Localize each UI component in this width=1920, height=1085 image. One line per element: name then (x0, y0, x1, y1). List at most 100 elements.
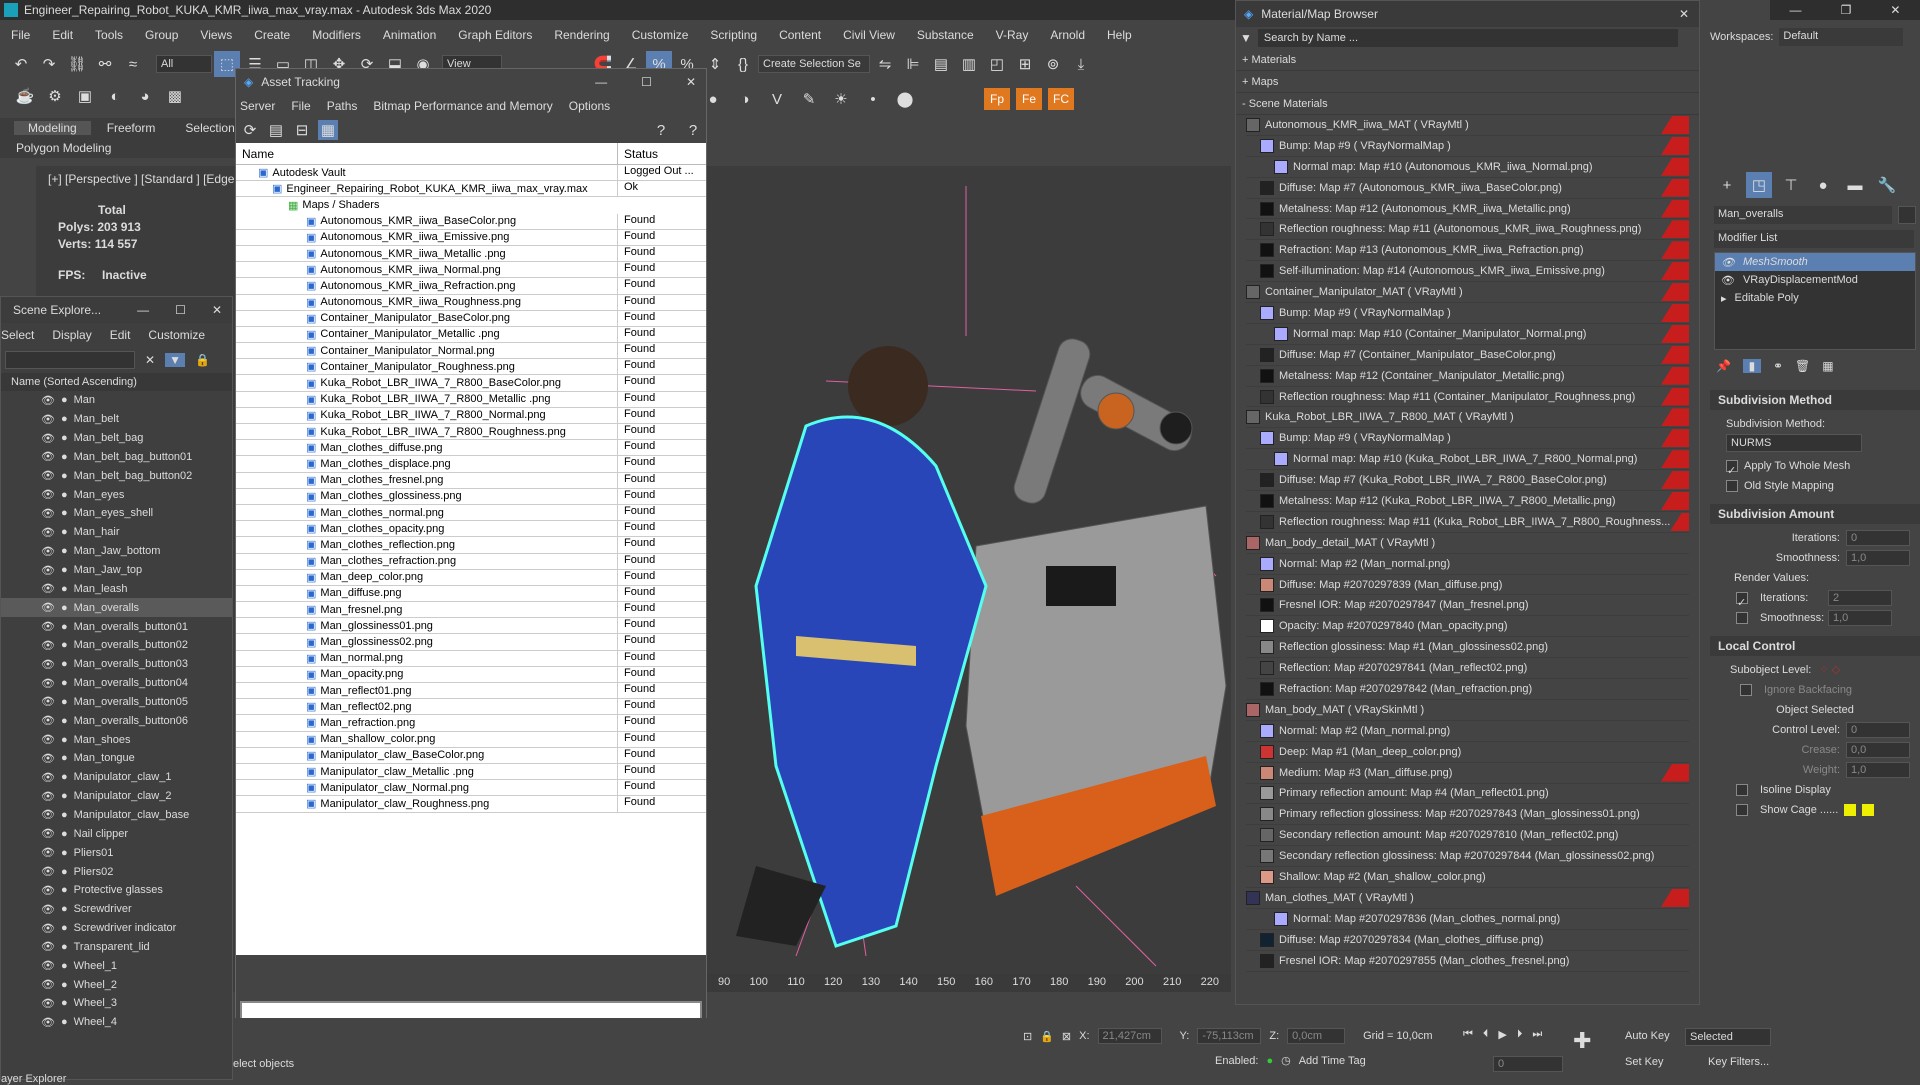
table-row[interactable]: ▣ Man_clothes_refraction.png Found (236, 553, 706, 570)
modifier-list-dropdown[interactable]: Modifier List (1714, 230, 1914, 248)
table-row[interactable]: ▣ Man_reflect01.png Found (236, 683, 706, 700)
workspace-dropdown[interactable]: Default (1779, 28, 1904, 46)
key-mode-icon[interactable]: ✚ (1573, 1028, 1591, 1054)
selection-filter-dropdown[interactable]: All (156, 55, 212, 73)
table-row[interactable]: ▣ Autonomous_KMR_iiwa_Refraction.png Found (236, 278, 706, 295)
table-row[interactable]: ▣ Man_fresnel.png Found (236, 602, 706, 619)
at-menu-1[interactable]: File (291, 99, 310, 113)
material-row[interactable]: Shallow: Map #2 (Man_shallow_color.png) (1246, 867, 1689, 888)
material-group-header[interactable]: - Scene Materials (1236, 93, 1699, 115)
eye-icon[interactable]: 👁 (1721, 274, 1735, 287)
list-item[interactable]: 👁 ● Wheel_4 (1, 1013, 232, 1031)
prev-frame-icon[interactable]: ⏴ (1483, 1028, 1489, 1041)
browser-options-icon[interactable]: ▼ (1240, 31, 1252, 45)
material-row[interactable]: Reflection roughness: Map #11 (Kuka_Robo… (1246, 512, 1689, 533)
render-toggle-icon[interactable]: ● (61, 752, 68, 764)
list-item[interactable]: 👁 ● Man_Jaw_bottom (1, 542, 232, 561)
render-toggle-icon[interactable]: ● (61, 960, 68, 972)
visibility-eye-icon[interactable]: 👁 (41, 507, 55, 520)
refresh-icon[interactable]: ⟳ (240, 120, 260, 140)
subdiv-amount-head[interactable]: Subdivision Amount (1718, 507, 1834, 521)
material-row[interactable]: Man_clothes_MAT ( VRayMtl ) (1246, 888, 1689, 909)
render-toggle-icon[interactable]: ● (61, 413, 68, 425)
material-row[interactable]: Normal: Map #2 (Man_normal.png) (1246, 721, 1689, 742)
se-menu-edit[interactable]: Edit (110, 328, 131, 342)
material-row[interactable]: Diffuse: Map #2070297834 (Man_clothes_di… (1246, 930, 1689, 951)
visibility-eye-icon[interactable]: 👁 (41, 884, 55, 897)
render-toggle-icon[interactable]: ● (61, 451, 68, 463)
close-icon[interactable]: ✕ (1679, 7, 1689, 21)
visibility-eye-icon[interactable]: 👁 (41, 752, 55, 765)
table-row[interactable]: ▣ Kuka_Robot_LBR_IIWA_7_R800_BaseColor.pn… (236, 375, 706, 392)
table-row[interactable]: ▣ Autonomous_KMR_iiwa_Roughness.png Found (236, 294, 706, 311)
y-coordinate[interactable]: -75,113cm (1197, 1028, 1262, 1044)
vray-icon[interactable]: V (764, 86, 790, 112)
material-row[interactable]: Autonomous_KMR_iiwa_MAT ( VRayMtl ) (1246, 115, 1689, 136)
table-row[interactable]: ▣ Autonomous_KMR_iiwa_Normal.png Found (236, 262, 706, 279)
list-item[interactable]: 👁 ● Man_belt_bag (1, 429, 232, 448)
render-icon[interactable]: ◕ (132, 83, 158, 109)
unlink-icon[interactable]: ⚯ (92, 51, 118, 77)
render-toggle-icon[interactable]: ● (61, 790, 68, 802)
modifier-stack-item[interactable]: 👁 VRayDisplacementMod (1715, 271, 1915, 289)
material-row[interactable]: Reflection roughness: Map #11 (Autonomou… (1246, 219, 1689, 241)
table-row[interactable]: ▣ Man_clothes_opacity.png Found (236, 521, 706, 538)
visibility-eye-icon[interactable]: 👁 (41, 922, 55, 935)
render-toggle-icon[interactable]: ● (61, 526, 68, 538)
local-control-head[interactable]: Local Control (1718, 639, 1795, 653)
at-menu-4[interactable]: Options (569, 99, 610, 113)
render-toggle-icon[interactable]: ● (61, 621, 68, 633)
render-toggle-icon[interactable]: ● (61, 432, 68, 444)
list-view-icon[interactable]: ▤ (266, 120, 286, 140)
material-row[interactable]: Fresnel IOR: Map #2070297847 (Man_fresne… (1246, 595, 1689, 617)
ignore-backfacing-checkbox[interactable] (1740, 684, 1752, 696)
material-row[interactable]: Bump: Map #9 ( VRayNormalMap ) (1246, 303, 1689, 324)
make-unique-icon[interactable]: ⚭ (1773, 359, 1783, 373)
list-item[interactable]: 👁 ● Man_overalls_button06 (1, 711, 232, 730)
se-menu-select[interactable]: Select (1, 328, 34, 342)
render-toggle-icon[interactable]: ● (61, 941, 68, 953)
modify-tab-icon[interactable]: ◳ (1746, 172, 1772, 198)
material-row[interactable]: Opacity: Map #2070297840 (Man_opacity.pn… (1246, 616, 1689, 638)
render-toggle-icon[interactable]: ● (61, 903, 68, 915)
minimize-icon[interactable]: — (137, 303, 149, 317)
table-row[interactable]: ▣ Manipulator_claw_Metallic .png Found (236, 763, 706, 781)
menu-content[interactable]: Content (768, 24, 832, 46)
maximize-icon[interactable]: ☐ (175, 303, 186, 317)
visibility-eye-icon[interactable]: 👁 (41, 413, 55, 426)
column-status-header[interactable]: Status (618, 143, 658, 164)
render-toggle-icon[interactable]: ● (61, 1016, 68, 1028)
visibility-eye-icon[interactable]: 👁 (41, 677, 55, 690)
menu-v-ray[interactable]: V-Ray (985, 24, 1040, 46)
teapot-icon[interactable]: ☕ (12, 83, 38, 109)
fp-icon[interactable]: Fp (984, 88, 1010, 110)
menu-rendering[interactable]: Rendering (543, 24, 620, 46)
scene-explorer-footer[interactable]: ayer Explorer (1, 1073, 66, 1085)
material-row[interactable]: Normal map: Map #10 (Container_Manipulat… (1246, 324, 1689, 345)
ribbon-tab-modeling[interactable]: Modeling (14, 121, 91, 135)
table-row[interactable]: ▣ Manipulator_claw_Normal.png Found (236, 780, 706, 797)
material-row[interactable]: Refraction: Map #13 (Autonomous_KMR_iiwa… (1246, 240, 1689, 262)
material-row[interactable]: Medium: Map #3 (Man_diffuse.png) (1246, 763, 1689, 784)
visibility-eye-icon[interactable]: 👁 (41, 450, 55, 463)
material-row[interactable]: Self-illumination: Map #14 (Autonomous_K… (1246, 261, 1689, 283)
list-item[interactable]: 👁 ● Protective glasses (1, 881, 232, 900)
menu-animation[interactable]: Animation (372, 24, 447, 46)
object-name-field[interactable]: Man_overalls (1714, 206, 1892, 224)
render-toggle-icon[interactable]: ● (61, 884, 68, 896)
isoline-checkbox[interactable] (1736, 784, 1748, 796)
pin-stack-icon[interactable]: 📌 (1716, 359, 1731, 373)
at-menu-3[interactable]: Bitmap Performance and Memory (373, 99, 552, 113)
menu-graph-editors[interactable]: Graph Editors (447, 24, 543, 46)
list-item[interactable]: 👁 ● Screwdriver indicator (1, 919, 232, 938)
modifier-stack-item[interactable]: ▸ Editable Poly (1715, 289, 1915, 307)
visibility-eye-icon[interactable]: 👁 (41, 865, 55, 878)
list-item[interactable]: 👁 ● Man_eyes_shell (1, 504, 232, 523)
material-row[interactable]: Metalness: Map #12 (Autonomous_KMR_iiwa_… (1246, 199, 1689, 220)
menu-civil-view[interactable]: Civil View (832, 24, 906, 46)
edit-named-sel-icon[interactable]: {} (730, 51, 756, 77)
visibility-eye-icon[interactable]: 👁 (41, 978, 55, 991)
show-end-result-icon[interactable]: ▮ (1742, 359, 1761, 373)
list-item[interactable]: 👁 ● Nail clipper (1, 824, 232, 843)
list-item[interactable]: 👁 ● Manipulator_claw_base (1, 806, 232, 825)
